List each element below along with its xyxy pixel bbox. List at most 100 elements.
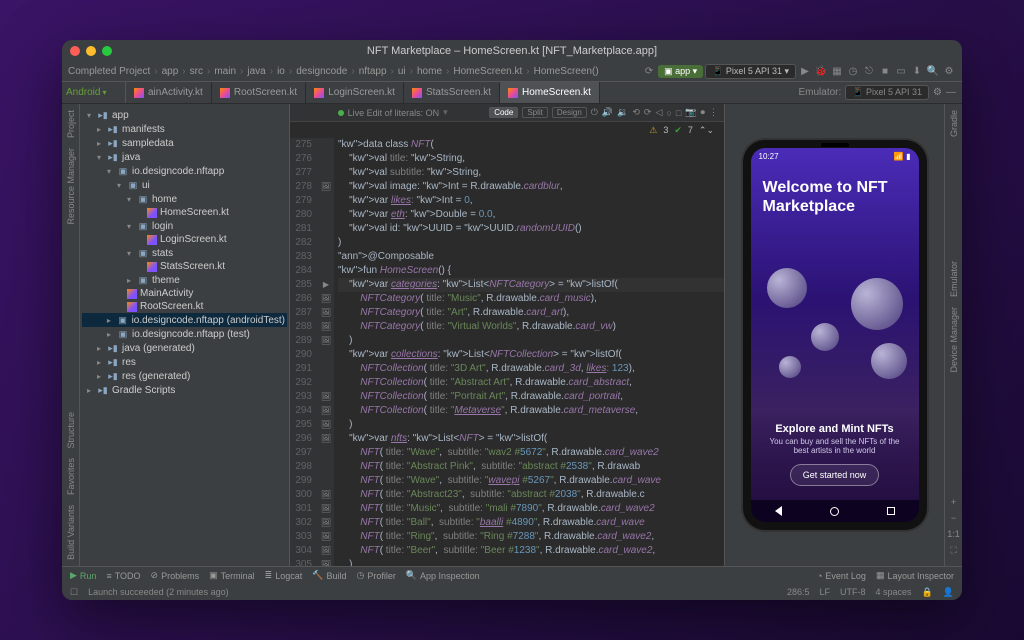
close-icon[interactable] [70,46,80,56]
hide-icon[interactable]: — [946,87,956,98]
zoom-in-icon[interactable]: + [951,497,956,507]
tool-app-inspection[interactable]: 🔍 App Inspection [406,570,480,581]
settings-icon[interactable]: ⚙ [942,65,956,79]
crumb[interactable]: HomeScreen.kt [453,66,522,77]
home-icon[interactable]: ○ [666,108,671,118]
crumb[interactable]: HomeScreen() [534,66,599,77]
tree-node[interactable]: RootScreen.kt [82,300,287,313]
tree-node[interactable]: ▸▸▮manifests [82,122,287,136]
project-view-selector[interactable]: Android [62,82,126,103]
more-icon[interactable]: ⋮ [709,107,718,118]
tree-node[interactable]: ▾▸▮app [82,108,287,122]
attach-icon[interactable]: ⎋ [862,65,876,79]
debug-icon[interactable]: 🐞 [814,65,828,79]
rail-favorites[interactable]: Favorites [66,458,76,495]
tool-event-log[interactable]: ◔ Event Log [817,570,866,581]
coverage-icon[interactable]: ▦ [830,65,844,79]
tool-problems[interactable]: ⊘ Problems [151,570,200,581]
tree-node[interactable]: ▾▣ui [82,178,287,192]
tree-node[interactable]: MainActivity [82,287,287,300]
tool-logcat[interactable]: ≣ Logcat [265,570,303,581]
nav-back-icon[interactable] [775,506,782,516]
zoom-fit-icon[interactable]: ⛶ [950,545,956,556]
emulator-device-selector[interactable]: 📱 Pixel 5 API 31 [845,85,929,100]
rail-structure[interactable]: Structure [66,412,76,449]
mode-design[interactable]: Design [552,107,587,118]
power-icon[interactable]: ⏻ [591,107,598,118]
crumb[interactable]: ui [398,66,406,77]
rail-gradle[interactable]: Gradle [949,110,959,137]
status-caret-pos[interactable]: 286:5 [787,587,810,598]
crumb[interactable]: nftapp [359,66,387,77]
tool-build[interactable]: 🔨 Build [312,570,346,581]
rail-device-manager[interactable]: Device Manager [949,307,959,373]
run-config-selector[interactable]: ▣ app ▾ [658,65,703,78]
overview-icon[interactable]: □ [676,108,681,118]
project-tree[interactable]: ▾▸▮app▸▸▮manifests▸▸▮sampledata▾▸▮java▾▣… [80,104,290,566]
sync-icon[interactable]: ⟳ [642,65,656,79]
rotate-left-icon[interactable]: ⟲ [632,107,640,118]
tree-node[interactable]: ▸▣io.designcode.nftapp (androidTest) [82,313,287,327]
cta-button[interactable]: Get started now [790,464,880,486]
tool-layout-inspector[interactable]: ▦ Layout Inspector [876,570,954,581]
tree-node[interactable]: ▾▣stats [82,246,287,260]
status-indent[interactable]: 4 spaces [876,587,912,598]
tool-todo[interactable]: ≡ TODO [106,571,140,581]
inspection-widget[interactable]: ⚠3 ✔7 ⌃⌄ [290,122,724,138]
record-icon[interactable]: ⏺ [700,107,705,118]
mode-code[interactable]: Code [489,107,518,118]
volume-up-icon[interactable]: 🔊 [602,107,613,118]
tree-node[interactable]: ▾▸▮java [82,150,287,164]
volume-down-icon[interactable]: 🔉 [617,107,628,118]
live-edit-label[interactable]: Live Edit of literals: ON [348,108,440,118]
crumb[interactable]: io [277,66,285,77]
tree-node[interactable]: ▸▸▮res (generated) [82,369,287,383]
status-lock-icon[interactable]: 🔒 [922,587,933,598]
crumb[interactable]: java [247,66,265,77]
tree-node[interactable]: ▸▸▮Gradle Scripts [82,383,287,397]
profile-icon[interactable]: ◷ [846,65,860,79]
gear-icon[interactable]: ⚙ [933,87,942,98]
editor-tab[interactable]: StatsScreen.kt [404,82,500,103]
nav-overview-icon[interactable] [887,507,895,515]
rail-resource-manager[interactable]: Resource Manager [66,148,76,225]
status-man-icon[interactable]: 👤 [943,587,954,598]
code-editor[interactable]: 2752762772782792802812822832842852862872… [290,138,724,566]
mode-split[interactable]: Split [522,107,548,118]
tree-node[interactable]: HomeScreen.kt [82,206,287,219]
tree-node[interactable]: ▸▸▮res [82,355,287,369]
emulator-viewport[interactable]: 10:27 📶 ▮ Welcome to NFTMarketplace [729,108,940,562]
editor-tab[interactable]: RootScreen.kt [212,82,306,103]
device-selector[interactable]: 📱 Pixel 5 API 31 ▾ [705,64,796,79]
tool-terminal[interactable]: ▣ Terminal [209,570,255,581]
rail-build-variants[interactable]: Build Variants [66,505,76,560]
tree-node[interactable]: ▸▣io.designcode.nftapp (test) [82,327,287,341]
search-icon[interactable]: 🔍 [926,65,940,79]
tree-node[interactable]: ▸▸▮java (generated) [82,341,287,355]
rail-project[interactable]: Project [66,110,76,138]
editor-tab[interactable]: LoginScreen.kt [306,82,404,103]
tree-node[interactable]: LoginScreen.kt [82,233,287,246]
status-line-sep[interactable]: LF [820,587,831,598]
back-icon[interactable]: ◁ [655,107,662,118]
tree-node[interactable]: ▾▣home [82,192,287,206]
tree-node[interactable]: ▸▸▮sampledata [82,136,287,150]
screenshot-icon[interactable]: 📷 [685,107,696,118]
maximize-icon[interactable] [102,46,112,56]
chevron-icon[interactable]: ⌃⌄ [699,125,714,136]
tree-node[interactable]: ▾▣io.designcode.nftapp [82,164,287,178]
avd-icon[interactable]: ▭ [894,65,908,79]
zoom-reset[interactable]: 1:1 [947,529,960,539]
crumb[interactable]: Completed Project [68,66,150,77]
run-icon[interactable]: ▶ [798,65,812,79]
tree-node[interactable]: ▾▣login [82,219,287,233]
tool-profiler[interactable]: ◷ Profiler [356,570,395,581]
nav-home-icon[interactable] [830,507,839,516]
tree-node[interactable]: ▸▣theme [82,273,287,287]
editor-tab[interactable]: ainActivity.kt [126,82,212,103]
crumb[interactable]: main [214,66,236,77]
tree-node[interactable]: StatsScreen.kt [82,260,287,273]
editor-tab[interactable]: HomeScreen.kt [500,82,600,103]
status-encoding[interactable]: UTF-8 [840,587,866,598]
stop-icon[interactable]: ■ [878,65,892,79]
